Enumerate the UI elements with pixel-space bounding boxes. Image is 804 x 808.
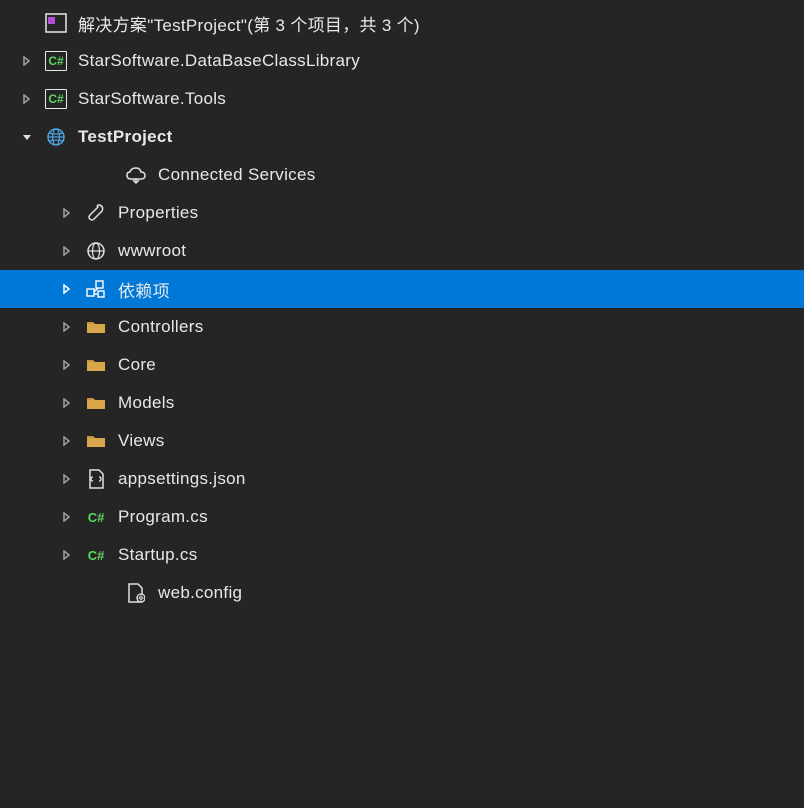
references-icon (82, 277, 110, 301)
chevron-right-icon[interactable] (58, 432, 76, 450)
chevron-right-icon[interactable] (58, 204, 76, 222)
chevron-right-icon[interactable] (58, 318, 76, 336)
folder-icon (82, 391, 110, 415)
chevron-right-icon[interactable] (18, 90, 36, 108)
startup-file[interactable]: C# Startup.cs (0, 536, 804, 574)
chevron-right-icon[interactable] (58, 356, 76, 374)
dependencies-node[interactable]: 依赖项 (0, 270, 804, 308)
project-label: TestProject (78, 127, 173, 147)
program-file[interactable]: C# Program.cs (0, 498, 804, 536)
node-label: Connected Services (158, 165, 316, 185)
chevron-right-icon[interactable] (58, 394, 76, 412)
wrench-icon (82, 201, 110, 225)
project-label: StarSoftware.Tools (78, 89, 226, 109)
models-folder[interactable]: Models (0, 384, 804, 422)
solution-label: 解决方案"TestProject"(第 3 个项目，共 3 个) (78, 11, 420, 36)
core-folder[interactable]: Core (0, 346, 804, 384)
chevron-right-icon[interactable] (58, 242, 76, 260)
wwwroot-node[interactable]: wwwroot (0, 232, 804, 270)
json-file-icon (82, 467, 110, 491)
project-node-databaseclasslibrary[interactable]: C# StarSoftware.DataBaseClassLibrary (0, 42, 804, 80)
solution-explorer-tree: 解决方案"TestProject"(第 3 个项目，共 3 个) C# Star… (0, 0, 804, 612)
config-file-icon (122, 581, 150, 605)
chevron-down-icon[interactable] (18, 128, 36, 146)
solution-icon (42, 11, 70, 35)
cloud-icon (122, 163, 150, 187)
globe-icon (82, 239, 110, 263)
web-project-icon (42, 125, 70, 149)
chevron-right-icon[interactable] (18, 52, 36, 70)
node-label: Controllers (118, 317, 204, 337)
views-folder[interactable]: Views (0, 422, 804, 460)
project-node-tools[interactable]: C# StarSoftware.Tools (0, 80, 804, 118)
node-label: Properties (118, 203, 198, 223)
node-label: Views (118, 431, 165, 451)
chevron-right-icon[interactable] (58, 280, 76, 298)
node-label: Core (118, 355, 156, 375)
chevron-right-icon[interactable] (58, 546, 76, 564)
folder-icon (82, 429, 110, 453)
solution-node[interactable]: 解决方案"TestProject"(第 3 个项目，共 3 个) (0, 4, 804, 42)
project-label: StarSoftware.DataBaseClassLibrary (78, 51, 360, 71)
project-node-testproject[interactable]: TestProject (0, 118, 804, 156)
node-label: Program.cs (118, 507, 208, 527)
node-label: 依赖项 (118, 277, 170, 302)
folder-icon (82, 353, 110, 377)
csharp-file-icon: C# (82, 543, 110, 567)
controllers-folder[interactable]: Controllers (0, 308, 804, 346)
appsettings-file[interactable]: appsettings.json (0, 460, 804, 498)
csharp-project-icon: C# (42, 87, 70, 111)
node-label: Startup.cs (118, 545, 198, 565)
node-label: Models (118, 393, 175, 413)
chevron-right-icon[interactable] (58, 508, 76, 526)
folder-icon (82, 315, 110, 339)
csharp-file-icon: C# (82, 505, 110, 529)
csharp-project-icon: C# (42, 49, 70, 73)
node-label: web.config (158, 583, 242, 603)
properties-node[interactable]: Properties (0, 194, 804, 232)
node-label: wwwroot (118, 241, 186, 261)
connected-services-node[interactable]: Connected Services (0, 156, 804, 194)
webconfig-file[interactable]: web.config (0, 574, 804, 612)
chevron-right-icon[interactable] (58, 470, 76, 488)
node-label: appsettings.json (118, 469, 246, 489)
